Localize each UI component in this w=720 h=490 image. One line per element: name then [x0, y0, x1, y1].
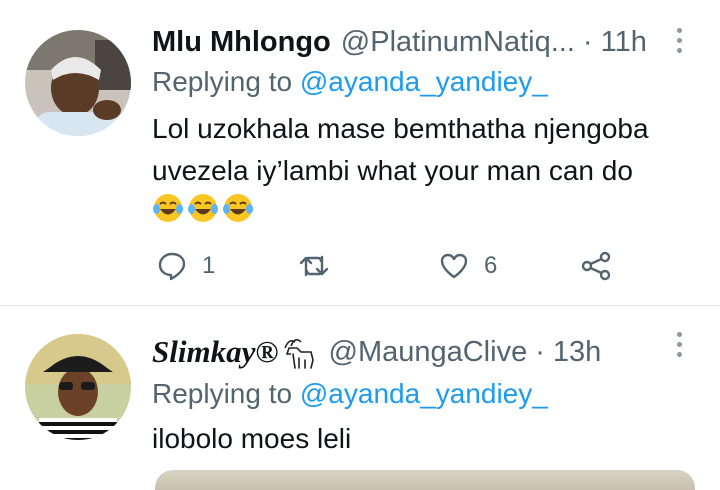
replying-to-label: Replying to	[152, 378, 293, 409]
tweet-text: ilobolo moes leli	[152, 423, 352, 454]
face-with-tears-of-joy-icon	[188, 194, 218, 222]
tweet[interactable]: Mlu Mhlongo @PlatinumNatiq... · 11h Repl…	[0, 0, 720, 305]
reply-button[interactable]: 1	[156, 246, 215, 286]
separator-dot: ·	[535, 335, 545, 368]
tweet-actions: 1 6	[152, 246, 632, 286]
reply-count: 1	[202, 252, 216, 279]
user-handle[interactable]: @MaungaClive	[329, 336, 528, 369]
replying-to-mention[interactable]: @ayanda_yandiey_	[300, 66, 548, 97]
timestamp[interactable]: 13h	[553, 336, 601, 369]
tweet-header: Slimkay® @MaungaClive · 13h	[152, 332, 601, 372]
reply-icon	[158, 252, 186, 281]
avatar[interactable]	[25, 30, 131, 136]
goat-icon	[283, 338, 314, 369]
more-options-icon[interactable]	[676, 332, 684, 360]
like-count: 6	[484, 252, 498, 279]
share-button[interactable]	[580, 246, 612, 286]
face-with-tears-of-joy-icon	[223, 194, 253, 222]
media-preview[interactable]	[155, 470, 695, 490]
like-button[interactable]: 6	[438, 246, 497, 286]
replying-to-line: Replying to @ayanda_yandiey_	[152, 66, 548, 98]
tweet-header: Mlu Mhlongo @PlatinumNatiq... · 11h	[152, 22, 647, 62]
user-handle[interactable]: @PlatinumNatiq...	[341, 26, 575, 59]
separator-dot: ·	[582, 25, 593, 58]
emoji-row	[152, 192, 254, 224]
retweet-icon	[299, 255, 329, 277]
timestamp[interactable]: 11h	[601, 26, 647, 59]
retweet-button[interactable]	[298, 246, 344, 286]
avatar-photo	[25, 30, 131, 136]
face-with-tears-of-joy-icon	[153, 194, 183, 222]
avatar-photo	[25, 334, 131, 440]
replying-to-line: Replying to @ayanda_yandiey_	[152, 378, 548, 410]
display-name[interactable]: Slimkay®	[152, 334, 279, 370]
avatar[interactable]	[25, 334, 131, 440]
heart-icon	[440, 253, 468, 279]
replying-to-label: Replying to	[152, 66, 293, 97]
display-name[interactable]: Mlu Mhlongo	[152, 26, 331, 59]
more-options-icon[interactable]	[676, 28, 684, 56]
share-icon	[581, 251, 611, 281]
replying-to-mention[interactable]: @ayanda_yandiey_	[300, 378, 548, 409]
tweet-text: Lol uzokhala mase bemthatha njengoba uve…	[152, 113, 649, 186]
tweet[interactable]: Slimkay® @MaungaClive · 13h Replying to …	[0, 306, 720, 479]
